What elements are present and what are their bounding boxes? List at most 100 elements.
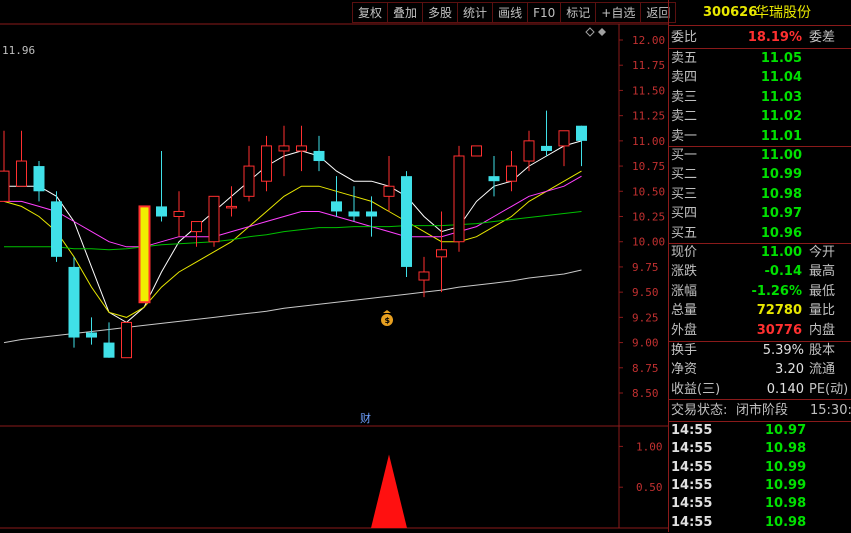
volume-triangle [371, 454, 407, 528]
candle-body [523, 140, 535, 162]
tick-row: 14:55 10.98 [669, 513, 851, 533]
stat-row: 涨幅 -1.26% 最低 [669, 282, 851, 302]
stat-row-label2: 今开 [809, 245, 836, 260]
buy-row-value: 10.97 [760, 206, 802, 222]
candle-body [226, 205, 237, 209]
trade-status-label: 交易状态: [671, 403, 728, 418]
fin-row-label2: 流通 [809, 362, 836, 378]
candle-body [243, 165, 255, 197]
tick-price: 10.98 [765, 496, 807, 512]
stat-row-value: -0.14 [764, 264, 802, 280]
fin-row-value: 3.20 [775, 362, 804, 378]
tick-price: 10.99 [765, 477, 807, 493]
buy-row-value: 11.00 [760, 148, 802, 163]
tick-row: 14:55 10.99 [669, 458, 851, 478]
sell-row: 卖五 11.05 [669, 49, 851, 69]
candle-body [33, 166, 45, 192]
buy-row: 买四 10.97 [669, 204, 851, 224]
divider [669, 399, 851, 400]
buy-row-value: 10.98 [760, 186, 802, 202]
sell-row: 卖三 11.03 [669, 88, 851, 108]
trade-time: 15:30: [810, 403, 851, 418]
stat-row-label2: 最低 [809, 283, 836, 299]
stock-header: 300626 华瑞股份 [669, 3, 851, 23]
price-tick-label: 9.00 [632, 337, 659, 350]
price-tick-label: 10.50 [632, 185, 665, 198]
sell-row-label: 卖三 [671, 89, 698, 105]
sell-row-value: 11.02 [760, 109, 802, 125]
tick-time: 14:55 [671, 459, 713, 475]
tick-price: 10.99 [765, 459, 807, 475]
tick-price: 10.98 [765, 441, 807, 457]
tick-row: 14:55 10.98 [669, 439, 851, 459]
sell-row-value: 11.01 [760, 128, 802, 144]
buy-row-label: 买三 [671, 186, 698, 202]
tick-time: 14:55 [671, 477, 713, 493]
stat-row-label: 涨跌 [671, 264, 698, 280]
price-tick-label: 8.50 [632, 387, 659, 400]
stat-row: 外盘 30776 内盘 [669, 321, 851, 341]
price-tick-label: 9.50 [632, 286, 659, 299]
stat-row-label: 涨幅 [671, 283, 698, 299]
fin-row-label2: 股本 [809, 343, 836, 358]
buy-row-value: 10.99 [760, 167, 802, 183]
stat-row-label: 总量 [671, 303, 698, 319]
candle-body [576, 125, 587, 141]
candlesticks [0, 110, 587, 359]
fin-row: 净资 3.20 流通 [669, 360, 851, 380]
tick-price: 10.98 [765, 514, 807, 530]
sub-tick-label: 0.50 [636, 481, 663, 494]
fin-row-value: 0.140 [766, 381, 804, 397]
fin-row-label: 换手 [671, 343, 698, 358]
top-left-value: 11.96 [2, 44, 35, 57]
candle-body [156, 206, 167, 217]
price-tick-label: 11.75 [632, 59, 665, 72]
candle-body [191, 221, 202, 233]
ma-line-2 [4, 175, 582, 248]
stock-name: 华瑞股份 [755, 5, 811, 21]
candle-body [488, 176, 500, 182]
tick-time: 14:55 [671, 496, 713, 512]
candle-body [208, 195, 220, 243]
stat-row-value: 30776 [756, 322, 802, 338]
tick-time: 14:55 [671, 423, 713, 438]
candle-body [558, 130, 570, 147]
buy-row-label: 买四 [671, 206, 698, 222]
double-diamond-icon[interactable] [598, 28, 606, 36]
price-axis: 12.00 11.75 11.50 11.25 11.00 10.75 10.50 10.25… [619, 34, 665, 400]
tick-row: 14:55 10.97 [669, 421, 851, 441]
buy-row-value: 10.96 [760, 225, 802, 241]
ma-line-4 [3, 269, 582, 344]
stat-row-value: 11.00 [760, 245, 802, 260]
event-marker-cai[interactable]: 财 [360, 411, 371, 425]
price-tick-label: 11.50 [632, 84, 665, 97]
tick-row: 14:55 10.99 [669, 476, 851, 496]
sell-row-value: 11.04 [760, 70, 802, 86]
candle-body [541, 145, 552, 151]
money-bag-icon[interactable]: $ [381, 310, 393, 326]
candle-body [366, 211, 377, 217]
buy-row: 买三 10.98 [669, 185, 851, 205]
buy-row-label: 买五 [671, 225, 698, 241]
divider [669, 25, 851, 26]
fin-row: 收益(三) 0.140 PE(动) [669, 380, 851, 400]
candle-body [173, 210, 185, 217]
sell-row-label: 卖四 [671, 70, 698, 86]
stat-row-label2: 量比 [809, 303, 836, 319]
stat-row: 涨跌 -0.14 最高 [669, 262, 851, 282]
price-tick-label: 11.25 [632, 110, 665, 123]
candle-body [16, 160, 27, 187]
sell-row: 卖一 11.01 [669, 127, 851, 147]
trade-status-row: 交易状态: 闭市阶段 15:30: [669, 401, 851, 421]
tick-row: 14:55 10.98 [669, 494, 851, 514]
price-tick-label: 11.00 [632, 135, 665, 148]
tick-time: 14:55 [671, 441, 713, 457]
kline-chart[interactable]: 12.00 11.75 11.50 11.25 11.00 10.75 10.50 10.25… [0, 0, 668, 532]
diamond-icon[interactable] [585, 27, 595, 37]
price-tick-label: 10.25 [632, 211, 665, 224]
fin-row-label: 收益(三) [671, 381, 721, 397]
price-tick-label: 9.25 [632, 311, 659, 324]
candle-body [86, 332, 97, 338]
price-tick-label: 8.75 [632, 362, 659, 375]
fin-row-value: 5.39% [762, 343, 804, 358]
